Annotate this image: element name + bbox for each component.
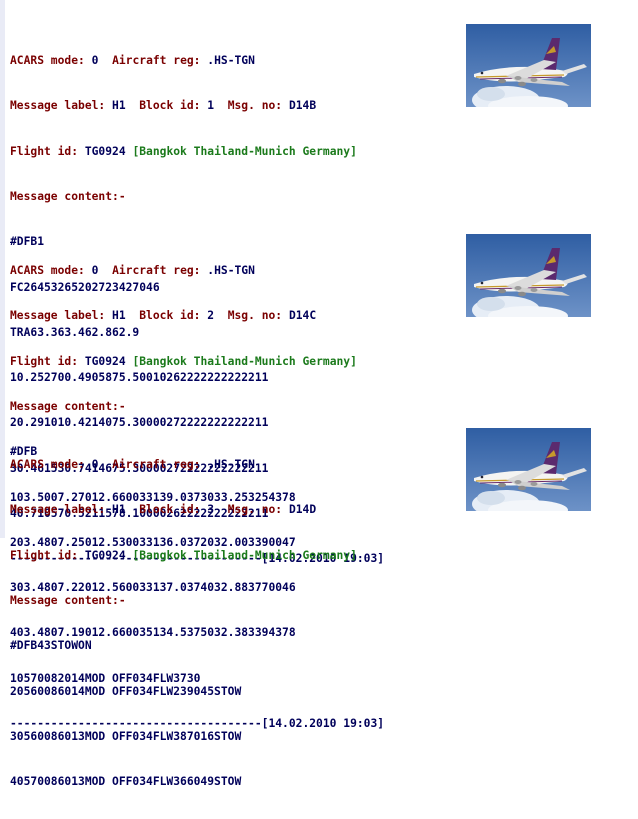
aircraft-photo [466, 428, 591, 511]
message-label-label: Message label: [10, 503, 106, 517]
flight-id-value: TG0924 [84, 354, 126, 368]
route-text: [Bangkok Thailand-Munich Germany] [132, 548, 357, 562]
block-id-value: 3 [207, 503, 215, 517]
flight-line: Flight id: TG0924 [Bangkok Thailand-Muni… [10, 354, 630, 369]
left-border-stripe [0, 0, 5, 538]
block-id-label: Block id: [139, 99, 201, 113]
content-line: 40570086013MOD OFF034FLW366049STOW [10, 775, 242, 789]
msg-no-label: Msg. no: [227, 503, 283, 517]
msg-no-label: Msg. no: [227, 99, 283, 113]
message-content-label: Message content:- [10, 400, 126, 414]
aircraft-reg-value: .HS-TGN [207, 264, 255, 278]
aircraft-photo [466, 24, 591, 107]
aircraft-reg-label: Aircraft reg: [112, 264, 201, 278]
content-line: 30560086013MOD OFF034FLW387016STOW [10, 729, 242, 743]
acars-mode-value: 0 [91, 458, 99, 472]
acars-mode-label: ACARS mode: [10, 54, 85, 68]
boeing-747-icon [466, 234, 591, 317]
msg-no-label: Msg. no: [227, 309, 283, 323]
content-line: 20560086014MOD OFF034FLW239045STOW [10, 684, 242, 698]
msg-no-value: D14C [288, 309, 317, 323]
msg-no-value: D14B [288, 99, 317, 113]
msg-no-value: D14D [288, 503, 317, 517]
message-label-label: Message label: [10, 99, 106, 113]
content-line: #DFB43STOWON [10, 639, 92, 653]
aircraft-photo [466, 234, 591, 317]
message-label-value: H1 [112, 503, 126, 517]
flight-id-label: Flight id: [10, 548, 79, 562]
flight-line: Flight id: TG0924 [Bangkok Thailand-Muni… [10, 548, 630, 563]
boeing-747-icon [466, 24, 591, 107]
route-text: [Bangkok Thailand-Munich Germany] [132, 354, 357, 368]
acars-mode-value: 0 [91, 54, 99, 68]
flight-id-label: Flight id: [10, 144, 79, 158]
flight-id-label: Flight id: [10, 354, 79, 368]
message-label-label: Message label: [10, 309, 106, 323]
flight-id-value: TG0924 [84, 548, 126, 562]
acars-mode-value: 0 [91, 264, 99, 278]
message-content-label: Message content:- [10, 594, 126, 608]
aircraft-reg-value: .HS-TGN [207, 458, 255, 472]
aircraft-reg-label: Aircraft reg: [112, 54, 201, 68]
aircraft-reg-value: .HS-TGN [207, 54, 255, 68]
message-label-value: H1 [112, 99, 126, 113]
message-label-value: H1 [112, 309, 126, 323]
message-content-label: Message content:- [10, 190, 126, 204]
route-text: [Bangkok Thailand-Munich Germany] [132, 144, 357, 158]
flight-id-value: TG0924 [84, 144, 126, 158]
block-id-label: Block id: [139, 503, 201, 517]
block-id-value: 1 [207, 99, 215, 113]
acars-mode-label: ACARS mode: [10, 264, 85, 278]
acars-mode-label: ACARS mode: [10, 458, 85, 472]
boeing-747-icon [466, 428, 591, 511]
block-id-value: 2 [207, 309, 215, 323]
aircraft-reg-label: Aircraft reg: [112, 458, 201, 472]
block-id-label: Block id: [139, 309, 201, 323]
flight-line: Flight id: TG0924 [Bangkok Thailand-Muni… [10, 144, 630, 159]
